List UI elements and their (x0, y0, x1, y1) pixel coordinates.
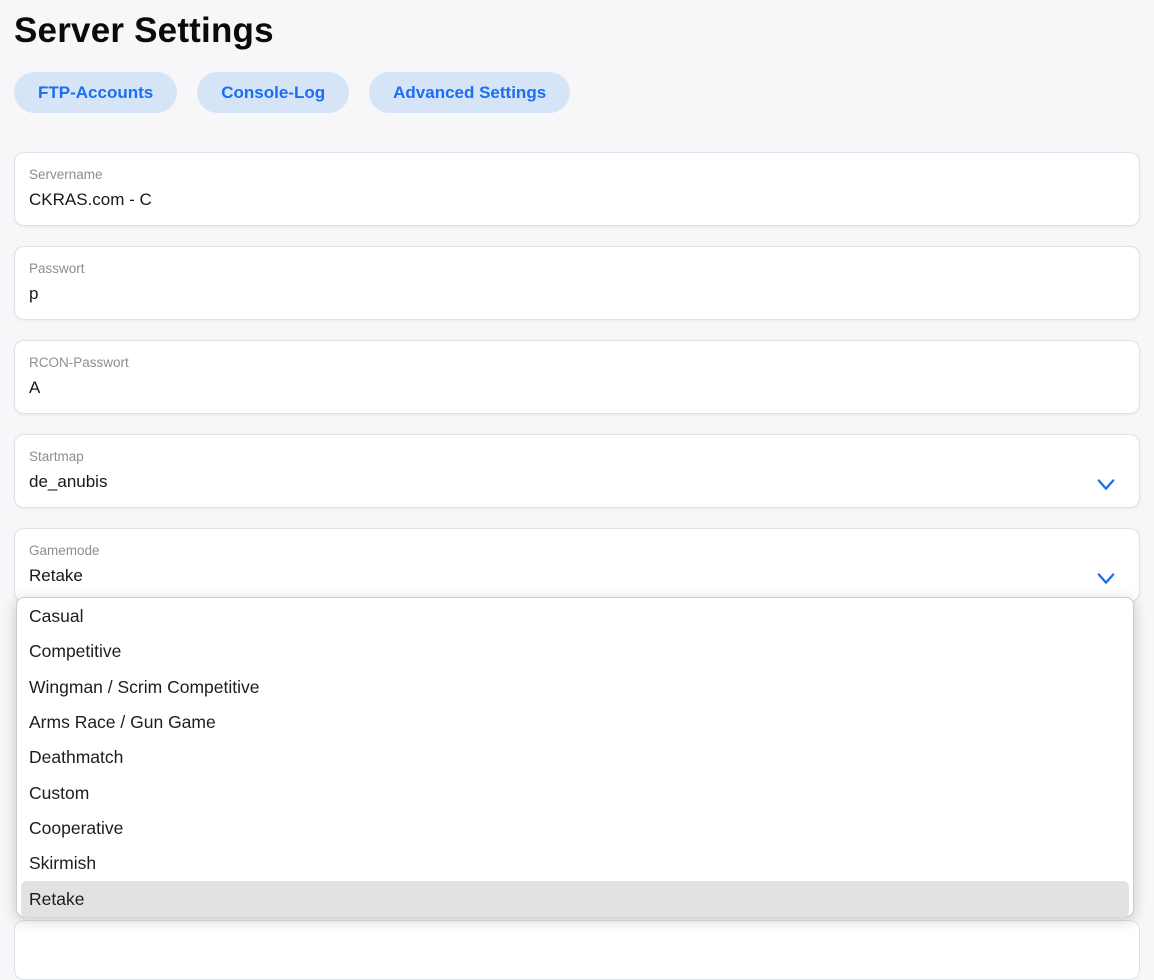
tab-ftp-accounts[interactable]: FTP-Accounts (14, 72, 177, 113)
option-arms-race-gun-game[interactable]: Arms Race / Gun Game (17, 705, 1133, 740)
rcon-passwort-label: RCON-Passwort (29, 355, 1125, 370)
option-cooperative[interactable]: Cooperative (17, 811, 1133, 846)
option-skirmish[interactable]: Skirmish (17, 846, 1133, 881)
tab-bar: FTP-Accounts Console-Log Advanced Settin… (14, 72, 1140, 113)
tab-advanced-settings[interactable]: Advanced Settings (369, 72, 570, 113)
page-title: Server Settings (14, 11, 1140, 51)
option-retake[interactable]: Retake (21, 881, 1129, 916)
rcon-passwort-input[interactable]: A (29, 377, 1125, 398)
startmap-value[interactable]: de_anubis (29, 471, 1125, 492)
settings-page: Server Settings FTP-Accounts Console-Log… (14, 0, 1140, 602)
passwort-field[interactable]: Passwort p (14, 246, 1140, 320)
option-wingman-scrim-competitive[interactable]: Wingman / Scrim Competitive (17, 670, 1133, 705)
startmap-select[interactable]: Startmap de_anubis (14, 434, 1140, 508)
gamemode-value[interactable]: Retake (29, 565, 1125, 586)
next-field-card-partial (14, 920, 1140, 980)
servername-input[interactable]: CKRAS.com - C (29, 189, 1125, 210)
passwort-label: Passwort (29, 261, 1125, 276)
option-casual[interactable]: Casual (17, 599, 1133, 634)
chevron-down-icon[interactable] (1095, 476, 1117, 494)
servername-label: Servername (29, 167, 1125, 182)
gamemode-label: Gamemode (29, 543, 1125, 558)
option-deathmatch[interactable]: Deathmatch (17, 740, 1133, 775)
gamemode-dropdown: Casual Competitive Wingman / Scrim Compe… (16, 597, 1134, 917)
passwort-input[interactable]: p (29, 283, 1125, 304)
option-custom[interactable]: Custom (17, 775, 1133, 810)
startmap-label: Startmap (29, 449, 1125, 464)
chevron-down-icon[interactable] (1095, 570, 1117, 588)
tab-console-log[interactable]: Console-Log (197, 72, 349, 113)
gamemode-select[interactable]: Gamemode Retake (14, 528, 1140, 602)
rcon-passwort-field[interactable]: RCON-Passwort A (14, 340, 1140, 414)
option-competitive[interactable]: Competitive (17, 634, 1133, 669)
servername-field[interactable]: Servername CKRAS.com - C (14, 152, 1140, 226)
